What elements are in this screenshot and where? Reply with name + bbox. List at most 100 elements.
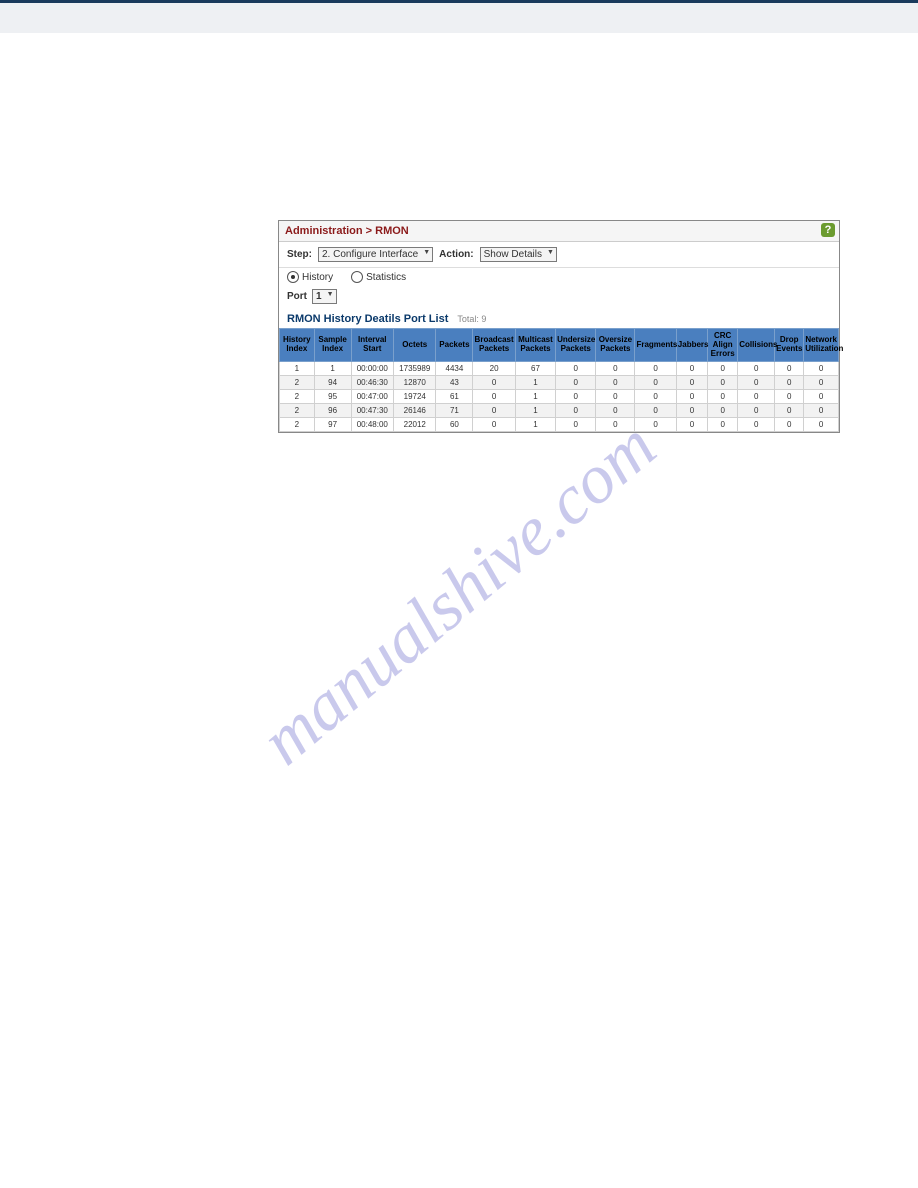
table-cell: 0: [473, 376, 515, 390]
step-label: Step:: [287, 249, 312, 260]
table-cell: 0: [473, 418, 515, 432]
table-cell: 12870: [394, 376, 436, 390]
table-header: NetworkUtilization: [804, 329, 839, 362]
table-cell: 0: [738, 376, 775, 390]
table-cell: 1: [280, 362, 315, 376]
table-header: MulticastPackets: [515, 329, 555, 362]
table-cell: 0: [635, 362, 676, 376]
table-cell: 0: [556, 376, 596, 390]
table-header-row: HistoryIndexSampleIndexIntervalStartOcte…: [280, 329, 839, 362]
table-cell: 00:47:00: [351, 390, 393, 404]
table-row: 29600:47:3026146710100000000: [280, 404, 839, 418]
table-cell: 0: [635, 418, 676, 432]
table-cell: 0: [775, 376, 804, 390]
table-cell: 0: [775, 418, 804, 432]
table-cell: 0: [708, 418, 738, 432]
table-header: Fragments: [635, 329, 676, 362]
table-cell: 20: [473, 362, 515, 376]
list-title-text: RMON History Deatils Port List: [287, 313, 448, 325]
admin-rmon-panel: Administration > RMON ? Step: 2. Configu…: [278, 220, 840, 433]
port-label: Port: [287, 291, 307, 302]
table-cell: 0: [556, 404, 596, 418]
history-radio[interactable]: [287, 271, 299, 283]
table-cell: 0: [738, 404, 775, 418]
table-cell: 1: [515, 404, 555, 418]
table-cell: 4434: [436, 362, 473, 376]
table-cell: 61: [436, 390, 473, 404]
table-cell: 60: [436, 418, 473, 432]
table-cell: 0: [473, 404, 515, 418]
table-header: HistoryIndex: [280, 329, 315, 362]
table-cell: 2: [280, 390, 315, 404]
table-cell: 0: [804, 404, 839, 418]
table-cell: 94: [314, 376, 351, 390]
table-cell: 0: [775, 362, 804, 376]
table-header: Packets: [436, 329, 473, 362]
table-cell: 0: [635, 404, 676, 418]
table-cell: 71: [436, 404, 473, 418]
table-cell: 0: [635, 390, 676, 404]
table-cell: 1: [314, 362, 351, 376]
table-cell: 0: [556, 390, 596, 404]
table-cell: 0: [738, 418, 775, 432]
table-cell: 0: [708, 362, 738, 376]
port-select[interactable]: 1: [312, 289, 337, 304]
table-cell: 0: [775, 404, 804, 418]
table-header: SampleIndex: [314, 329, 351, 362]
table-cell: 0: [804, 418, 839, 432]
table-cell: 0: [804, 362, 839, 376]
table-cell: 0: [708, 376, 738, 390]
table-header: Octets: [394, 329, 436, 362]
step-select[interactable]: 2. Configure Interface: [318, 247, 433, 262]
table-cell: 00:46:30: [351, 376, 393, 390]
table-cell: 0: [676, 404, 707, 418]
table-cell: 0: [676, 390, 707, 404]
table-cell: 43: [436, 376, 473, 390]
table-cell: 0: [596, 404, 635, 418]
table-header: BroadcastPackets: [473, 329, 515, 362]
table-cell: 0: [676, 362, 707, 376]
table-row: 1100:00:0017359894434206700000000: [280, 362, 839, 376]
table-cell: 1: [515, 376, 555, 390]
breadcrumb: Administration > RMON ?: [279, 221, 839, 242]
table-cell: 00:47:30: [351, 404, 393, 418]
table-cell: 00:48:00: [351, 418, 393, 432]
table-cell: 2: [280, 418, 315, 432]
table-cell: 97: [314, 418, 351, 432]
table-header: IntervalStart: [351, 329, 393, 362]
help-icon[interactable]: ?: [821, 223, 835, 237]
table-row: 29400:46:3012870430100000000: [280, 376, 839, 390]
table-cell: 0: [708, 390, 738, 404]
table-cell: 0: [596, 362, 635, 376]
breadcrumb-text: Administration > RMON: [285, 225, 409, 237]
table-cell: 00:00:00: [351, 362, 393, 376]
table-cell: 1: [515, 418, 555, 432]
table-header: DropEvents: [775, 329, 804, 362]
table-cell: 2: [280, 404, 315, 418]
table-cell: 0: [738, 390, 775, 404]
table-cell: 19724: [394, 390, 436, 404]
table-cell: 26146: [394, 404, 436, 418]
table-cell: 1: [515, 390, 555, 404]
action-select[interactable]: Show Details: [480, 247, 557, 262]
table-cell: 2: [280, 376, 315, 390]
table-cell: 0: [596, 390, 635, 404]
mode-radios: History Statistics: [279, 268, 839, 286]
table-cell: 96: [314, 404, 351, 418]
table-cell: 0: [676, 376, 707, 390]
table-cell: 0: [708, 404, 738, 418]
page-header: [0, 0, 918, 33]
table-cell: 1735989: [394, 362, 436, 376]
table-cell: 0: [556, 418, 596, 432]
table-cell: 0: [473, 390, 515, 404]
table-row: 29500:47:0019724610100000000: [280, 390, 839, 404]
table-cell: 95: [314, 390, 351, 404]
watermark-text: manualshive.com: [246, 407, 671, 782]
table-cell: 0: [596, 376, 635, 390]
history-radio-label: History: [302, 272, 333, 283]
table-cell: 22012: [394, 418, 436, 432]
table-header: Collisions: [738, 329, 775, 362]
table-cell: 0: [804, 376, 839, 390]
list-title: RMON History Deatils Port List Total: 9: [279, 307, 839, 328]
statistics-radio[interactable]: [351, 271, 363, 283]
